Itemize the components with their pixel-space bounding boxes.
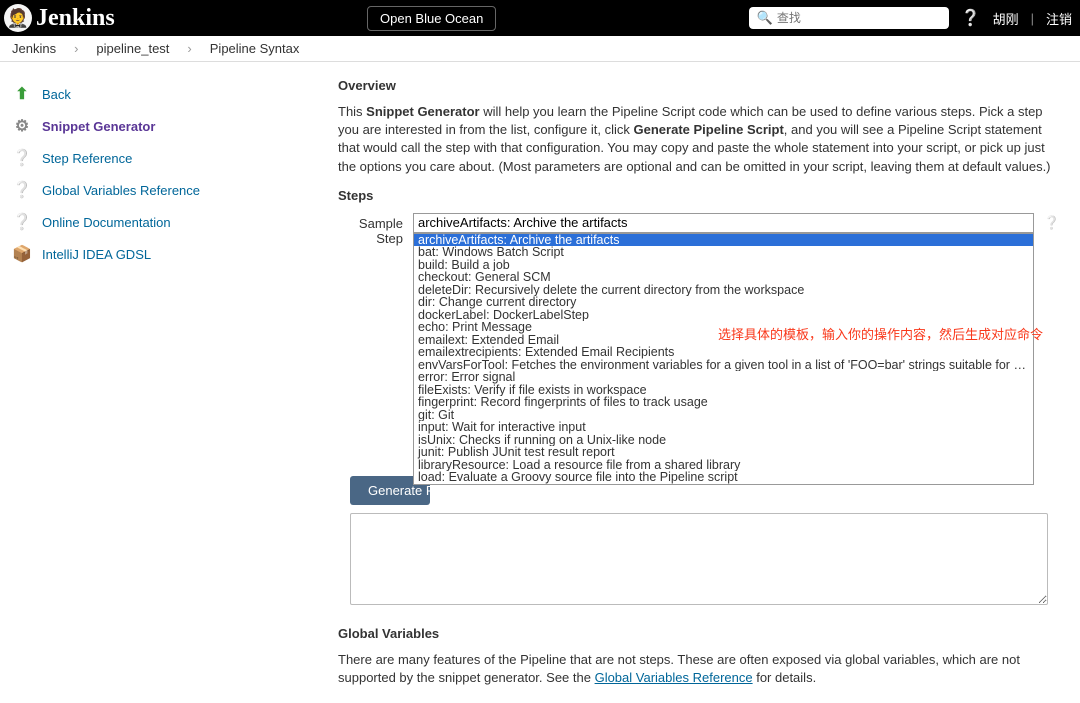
brand-text: Jenkins xyxy=(36,5,115,32)
jenkins-butler-icon: 🤵 xyxy=(4,4,32,32)
header-right: 🔍 ❔ 胡刚 | 注销 xyxy=(749,7,1072,29)
breadcrumb-sep: › xyxy=(187,41,191,56)
dropdown-option[interactable]: deleteDir: Recursively delete the curren… xyxy=(414,284,1033,297)
search-icon: 🔍 xyxy=(757,10,773,26)
dropdown-option[interactable]: junit: Publish JUnit test result report xyxy=(414,446,1033,459)
dropdown-option[interactable]: dockerLabel: DockerLabelStep xyxy=(414,309,1033,322)
search-input[interactable] xyxy=(777,11,941,25)
arrow-up-icon: ⬆ xyxy=(12,84,32,104)
help-icon[interactable]: ❔ xyxy=(1044,213,1060,231)
dropdown-option[interactable]: libraryResource: Load a resource file fr… xyxy=(414,459,1033,472)
sidebar-item-label: IntelliJ IDEA GDSL xyxy=(42,247,151,262)
steps-row: Sample Step archiveArtifacts: Archive th… xyxy=(338,213,1060,246)
help-icon: ❔ xyxy=(12,180,32,200)
dropdown-option[interactable]: git: Git xyxy=(414,409,1033,422)
sidebar: ⬆ Back ⚙ Snippet Generator ❔ Step Refere… xyxy=(0,62,330,703)
dropdown-option[interactable]: fileExists: Verify if file exists in wor… xyxy=(414,384,1033,397)
dropdown-option[interactable]: build: Build a job xyxy=(414,259,1033,272)
dropdown-option[interactable]: archiveArtifacts: Archive the artifacts xyxy=(414,234,1033,247)
sidebar-item-back[interactable]: ⬆ Back xyxy=(12,78,330,110)
text-fragment: This xyxy=(338,104,366,119)
dropdown-list[interactable]: archiveArtifacts: Archive the artifactsb… xyxy=(413,233,1034,485)
help-icon: ❔ xyxy=(12,212,32,232)
header-left: 🤵 Jenkins xyxy=(4,4,115,32)
user-link[interactable]: 胡刚 xyxy=(993,9,1019,28)
sidebar-item-step-reference[interactable]: ❔ Step Reference xyxy=(12,142,330,174)
breadcrumb-item[interactable]: Jenkins xyxy=(12,41,56,56)
breadcrumb-item[interactable]: pipeline_test xyxy=(96,41,169,56)
dropdown-option[interactable]: error: Error signal xyxy=(414,371,1033,384)
search-box[interactable]: 🔍 xyxy=(749,7,949,29)
content: ⬆ Back ⚙ Snippet Generator ❔ Step Refere… xyxy=(0,62,1080,703)
breadcrumb-sep: › xyxy=(74,41,78,56)
annotation-text: 选择具体的模板，输入你的操作内容，然后生成对应命令 xyxy=(718,324,1043,343)
sidebar-item-label: Step Reference xyxy=(42,151,132,166)
header: 🤵 Jenkins Open Blue Ocean 🔍 ❔ 胡刚 | 注销 xyxy=(0,0,1080,36)
dropdown-option[interactable]: input: Wait for interactive input xyxy=(414,421,1033,434)
text-fragment: for details. xyxy=(753,670,817,685)
intro-text: This Snippet Generator will help you lea… xyxy=(338,103,1060,176)
global-variables-text: There are many features of the Pipeline … xyxy=(338,651,1060,687)
sidebar-item-label: Online Documentation xyxy=(42,215,171,230)
divider: | xyxy=(1031,11,1034,26)
breadcrumb-item[interactable]: Pipeline Syntax xyxy=(210,41,300,56)
dropdown-option[interactable]: isUnix: Checks if running on a Unix-like… xyxy=(414,434,1033,447)
text-bold: Generate Pipeline Script xyxy=(634,122,784,137)
overview-title: Overview xyxy=(338,78,1060,93)
global-variables-title: Global Variables xyxy=(338,626,1060,641)
steps-title: Steps xyxy=(338,188,1060,203)
dropdown-option[interactable]: load: Evaluate a Groovy source file into… xyxy=(414,471,1033,484)
help-icon: ❔ xyxy=(12,148,32,168)
sidebar-item-label: Snippet Generator xyxy=(42,119,155,134)
select-wrap: archiveArtifacts: Archive the artifactsb… xyxy=(413,213,1034,233)
gear-icon: ⚙ xyxy=(12,116,32,136)
sidebar-item-global-variables[interactable]: ❔ Global Variables Reference xyxy=(12,174,330,206)
jenkins-logo[interactable]: 🤵 Jenkins xyxy=(4,4,115,32)
text-bold: Snippet Generator xyxy=(366,104,479,119)
dropdown-option[interactable]: fingerprint: Record fingerprints of file… xyxy=(414,396,1033,409)
sidebar-item-label: Back xyxy=(42,87,71,102)
logout-link[interactable]: 注销 xyxy=(1046,9,1072,28)
sidebar-item-intellij-gdsl[interactable]: 📦 IntelliJ IDEA GDSL xyxy=(12,238,330,270)
output-textarea[interactable] xyxy=(350,513,1048,605)
sidebar-item-label: Global Variables Reference xyxy=(42,183,200,198)
dropdown-option[interactable]: emailextrecipients: Extended Email Recip… xyxy=(414,346,1033,359)
open-blue-ocean-button[interactable]: Open Blue Ocean xyxy=(367,6,496,31)
header-center: Open Blue Ocean xyxy=(115,6,749,31)
main: Overview This Snippet Generator will hel… xyxy=(330,62,1080,703)
global-variables-link[interactable]: Global Variables Reference xyxy=(595,670,753,685)
help-icon[interactable]: ❔ xyxy=(961,8,981,28)
sidebar-item-snippet-generator[interactable]: ⚙ Snippet Generator xyxy=(12,110,330,142)
sidebar-item-online-docs[interactable]: ❔ Online Documentation xyxy=(12,206,330,238)
breadcrumb: Jenkins › pipeline_test › Pipeline Synta… xyxy=(0,36,1080,62)
dropdown-option[interactable]: bat: Windows Batch Script xyxy=(414,246,1033,259)
dropdown-option[interactable]: checkout: General SCM xyxy=(414,271,1033,284)
sample-step-select[interactable] xyxy=(413,213,1034,233)
dropdown-option[interactable]: dir: Change current directory xyxy=(414,296,1033,309)
sample-step-label: Sample Step xyxy=(338,213,403,246)
package-icon: 📦 xyxy=(12,244,32,264)
dropdown-option[interactable]: envVarsForTool: Fetches the environment … xyxy=(414,359,1033,372)
